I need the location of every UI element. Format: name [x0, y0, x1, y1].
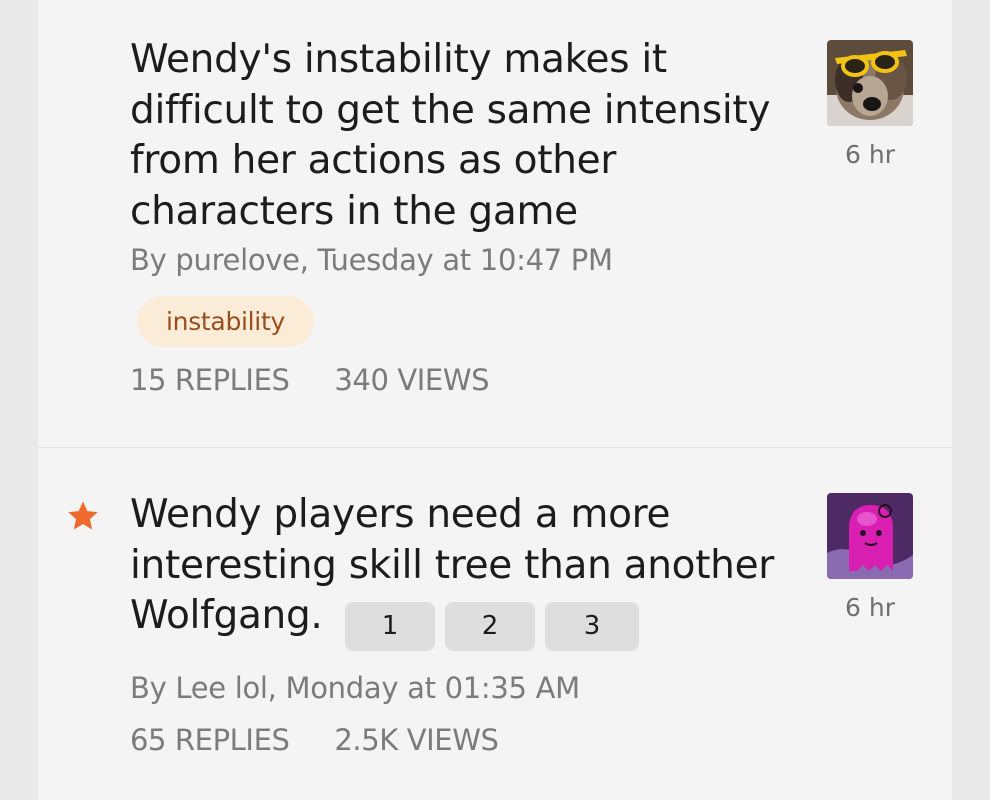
topic-byline: By purelove, Tuesday at 10:47 PM: [130, 243, 613, 277]
replies-count: 65 REPLIES: [130, 723, 290, 757]
last-activity-time: 6 hr: [845, 140, 895, 169]
page-link-2[interactable]: 2: [445, 602, 535, 651]
topic-tag[interactable]: instability: [137, 296, 314, 347]
topic-row[interactable]: Wendy players need a more interesting sk…: [38, 448, 952, 800]
page-link-1[interactable]: 1: [345, 602, 435, 651]
views-count: 2.5K VIEWS: [334, 723, 499, 757]
topic-stats: 15 REPLIES 340 VIEWS: [130, 362, 490, 398]
topic-byline: By Lee lol, Monday at 01:35 AM: [130, 671, 580, 705]
page-link-3[interactable]: 3: [545, 602, 639, 651]
replies-count: 15 REPLIES: [130, 363, 290, 397]
topic-title[interactable]: Wendy's instability makes it difficult t…: [130, 35, 790, 237]
avatar-image: [827, 40, 913, 126]
pink-ghost-avatar[interactable]: [827, 493, 913, 579]
last-activity-time: 6 hr: [845, 593, 895, 622]
page-links: 123: [345, 602, 639, 651]
dog-with-sunglasses-avatar[interactable]: [827, 40, 913, 126]
topic-title-link[interactable]: Wendy's instability makes it difficult t…: [130, 37, 770, 234]
avatar-image: [827, 493, 913, 579]
star-icon: [68, 501, 98, 530]
topic-list: Wendy's instability makes it difficult t…: [38, 0, 952, 800]
topic-stats: 65 REPLIES 2.5K VIEWS: [130, 722, 499, 758]
views-count: 340 VIEWS: [334, 363, 490, 397]
topic-row[interactable]: Wendy's instability makes it difficult t…: [38, 0, 952, 447]
